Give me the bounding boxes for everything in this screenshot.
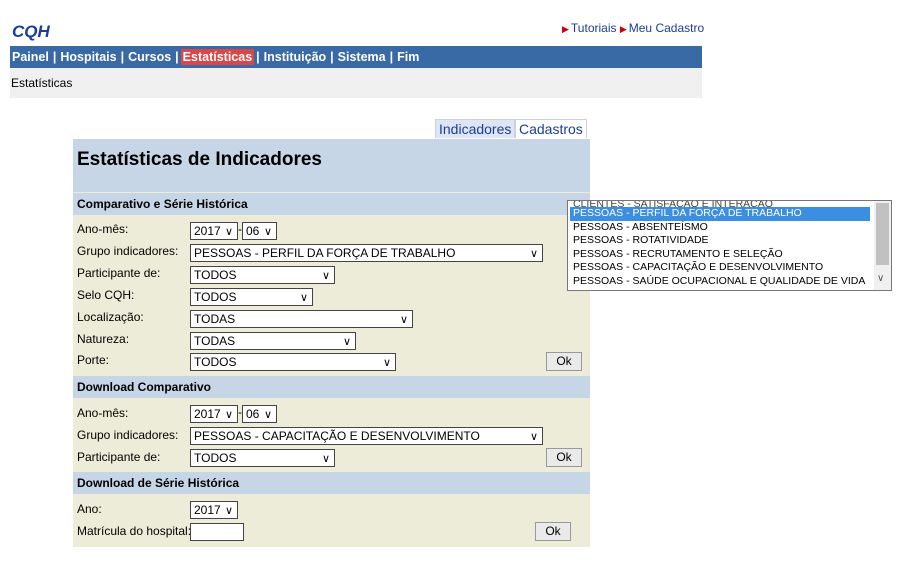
dropdown-option[interactable]: PESSOAS - RECRUTAMENTO E SELEÇÃO — [570, 248, 870, 262]
ano-value: 2017 — [194, 407, 221, 421]
main-navbar: Painel | Hospitais | Cursos | Estatísticas | Ins… — [10, 46, 702, 68]
chevron-down-icon: ∨ — [342, 335, 351, 348]
localizacao-label: Localização: — [77, 310, 144, 324]
nav-separator: | — [120, 50, 125, 64]
ano-value: 2017 — [194, 224, 221, 238]
selo-value: TODOS — [194, 290, 237, 304]
mes-select[interactable]: 06 ∨ — [242, 222, 277, 240]
participante-label: Participante de: — [77, 450, 161, 464]
dropdown-option[interactable]: PESSOAS - ABSENTEÍSMO — [570, 221, 870, 235]
mes-value: 06 — [246, 224, 260, 238]
natureza-select[interactable]: TODAS ∨ — [190, 332, 356, 350]
nav-item-cursos[interactable]: Cursos — [126, 50, 173, 64]
grupo-dropdown-list[interactable]: CLIENTES - SATISFAÇÃO E INTERAÇÃO PESSOA… — [567, 200, 892, 291]
chevron-down-icon: ∨ — [321, 269, 330, 282]
grupo-label: Grupo indicadores: — [77, 244, 179, 258]
participante-value: TODOS — [194, 268, 237, 282]
dropdown-option[interactable]: PESSOAS - SAÚDE OCUPACIONAL E QUALIDADE … — [570, 275, 870, 289]
section-title: Comparativo e Série Histórica — [77, 197, 248, 211]
ano-value: 2017 — [194, 503, 221, 517]
nav-separator: | — [175, 50, 179, 64]
section-download-serie: Download de Série Histórica — [73, 472, 590, 494]
tab-cadastros[interactable]: Cadastros — [515, 119, 587, 138]
grupo-value: PESSOAS - CAPACITAÇÃO E DESENVOLVIMENTO — [194, 429, 480, 443]
ok-button-comparativo[interactable]: Ok — [546, 352, 582, 371]
selo-select[interactable]: TODOS ∨ — [190, 288, 313, 306]
participante-label: Participante de: — [77, 266, 161, 280]
grupo-select[interactable]: PESSOAS - PERFIL DA FORÇA DE TRABALHO ∨ — [190, 244, 543, 262]
ano-label: Ano: — [77, 502, 102, 516]
nav-item-sistema[interactable]: Sistema — [336, 50, 388, 64]
scrollbar-thumb[interactable] — [876, 203, 889, 265]
chevron-down-icon: ∨ — [224, 408, 233, 421]
chevron-down-icon: ∨ — [263, 408, 272, 421]
ok-button-download-serie[interactable]: Ok — [535, 522, 571, 541]
nav-item-fim[interactable]: Fim — [395, 50, 421, 64]
chevron-down-icon: ∨ — [299, 291, 308, 304]
ok-button-download-comparativo[interactable]: Ok — [546, 448, 582, 467]
section-title: Download de Série Histórica — [77, 476, 240, 490]
nav-item-hospitais[interactable]: Hospitais — [58, 50, 118, 64]
grupo-value: PESSOAS - PERFIL DA FORÇA DE TRABALHO — [194, 246, 456, 260]
breadcrumb: Estatísticas — [11, 76, 73, 90]
chevron-down-icon: ∨ — [399, 313, 408, 326]
download-grupo-select[interactable]: PESSOAS - CAPACITAÇÃO E DESENVOLVIMENTO ∨ — [190, 427, 543, 445]
nav-item-painel[interactable]: Painel — [10, 50, 51, 64]
chevron-down-icon: ∨ — [529, 430, 538, 443]
serie-ano-select[interactable]: 2017 ∨ — [190, 501, 238, 519]
nav-separator: | — [256, 50, 260, 64]
arrow-right-icon: ▶ — [619, 24, 627, 34]
download-participante-select[interactable]: TODOS ∨ — [190, 449, 335, 467]
localizacao-select[interactable]: TODAS ∨ — [190, 310, 413, 328]
chevron-down-icon: ∨ — [321, 452, 330, 465]
porte-label: Porte: — [77, 353, 110, 367]
matricula-input[interactable] — [190, 523, 244, 541]
ano-mes-label: Ano-mês: — [77, 222, 129, 236]
dropdown-options: CLIENTES - SATISFAÇÃO E INTERAÇÃO PESSOA… — [570, 201, 870, 288]
section-comparativo-serie: Comparativo e Série Histórica — [73, 193, 590, 215]
breadcrumb-bar: Estatísticas — [10, 68, 702, 98]
panel-header: Estatísticas de Indicadores — [73, 139, 590, 192]
nav-item-instituicao[interactable]: Instituição — [262, 50, 329, 64]
section-download-comparativo: Download Comparativo — [73, 376, 590, 398]
arrow-right-icon: ▶ — [562, 24, 569, 34]
ano-mes-label: Ano-mês: — [77, 406, 129, 420]
natureza-value: TODAS — [194, 334, 236, 348]
dropdown-option-selected[interactable]: PESSOAS - PERFIL DA FORÇA DE TRABALHO — [570, 207, 870, 221]
nav-separator: | — [330, 50, 334, 64]
grupo-label: Grupo indicadores: — [77, 428, 179, 442]
porte-select[interactable]: TODOS ∨ — [190, 353, 396, 371]
selo-label: Selo CQH: — [77, 288, 135, 302]
dropdown-scrollbar[interactable]: ∨ — [874, 201, 891, 290]
nav-separator: | — [389, 50, 394, 64]
chevron-down-icon[interactable]: ∨ — [877, 273, 884, 284]
section-title: Download Comparativo — [77, 380, 212, 394]
porte-value: TODOS — [194, 355, 237, 369]
statistics-panel: Estatísticas de Indicadores Comparativo … — [73, 139, 590, 547]
meu-cadastro-link[interactable]: Meu Cadastro — [629, 21, 704, 35]
chevron-down-icon: ∨ — [224, 225, 233, 238]
download-ano-select[interactable]: 2017 ∨ — [190, 405, 238, 423]
matricula-label: Matrícula do hospital: — [77, 524, 192, 538]
chevron-down-icon: ∨ — [224, 504, 233, 517]
page-title: Estatísticas de Indicadores — [77, 149, 322, 170]
participante-value: TODOS — [194, 451, 237, 465]
mes-value: 06 — [246, 407, 260, 421]
top-links: ▶ Tutoriais ▶ Meu Cadastro — [562, 21, 704, 35]
ano-select[interactable]: 2017 ∨ — [190, 222, 238, 240]
tab-indicadores[interactable]: Indicadores — [435, 119, 516, 138]
tutoriais-link[interactable]: Tutoriais — [571, 21, 617, 35]
download-mes-select[interactable]: 06 ∨ — [242, 405, 277, 423]
chevron-down-icon: ∨ — [382, 356, 391, 369]
dropdown-option[interactable]: PESSOAS - CAPACITAÇÃO E DESENVOLVIMENTO — [570, 261, 870, 275]
natureza-label: Natureza: — [77, 332, 130, 346]
logo: CQH — [12, 22, 50, 41]
participante-select[interactable]: TODOS ∨ — [190, 266, 335, 284]
dropdown-option[interactable]: PESSOAS - ROTATIVIDADE — [570, 234, 870, 248]
localizacao-value: TODAS — [194, 312, 236, 326]
chevron-down-icon: ∨ — [263, 225, 272, 238]
chevron-down-icon: ∨ — [529, 247, 538, 260]
nav-item-estatisticas[interactable]: Estatísticas — [180, 49, 255, 65]
